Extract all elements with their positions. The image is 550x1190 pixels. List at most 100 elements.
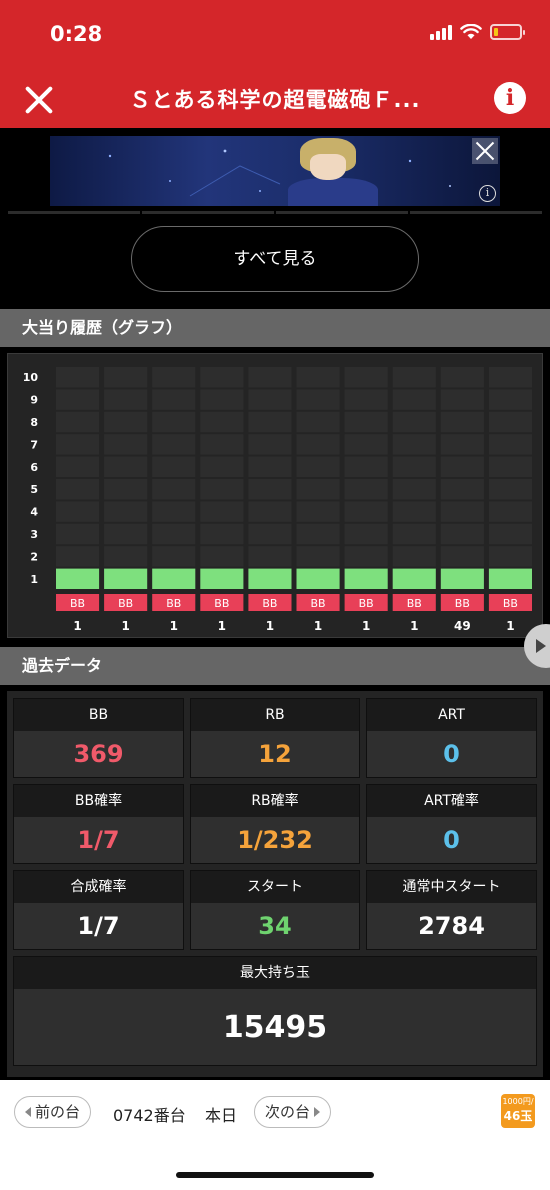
y-tick-label: 9: [30, 394, 38, 407]
stat-label: 合成確率: [14, 871, 183, 903]
grid-cell: [200, 367, 244, 388]
x-tick-label: 1: [410, 619, 418, 633]
stat-art-rate: ART確率 0: [366, 784, 537, 864]
bar-tag-label: BB: [455, 597, 470, 610]
bar-tag-label: BB: [166, 597, 181, 610]
machine-day: 本日: [205, 1106, 238, 1125]
grid-cell: [56, 523, 100, 545]
x-tick-label: 1: [506, 619, 514, 633]
grid-cell: [296, 523, 340, 545]
grid-cell: [200, 479, 244, 500]
grid-cell: [392, 367, 436, 388]
grid-cell: [248, 501, 292, 522]
bar-tag-label: BB: [118, 597, 133, 610]
info-icon[interactable]: i: [494, 82, 526, 114]
y-tick-label: 3: [30, 528, 38, 541]
bar-tag-label: BB: [503, 597, 518, 610]
stat-art: ART 0: [366, 698, 537, 778]
grid-cell: [440, 546, 484, 567]
divider: [8, 211, 542, 214]
grid-cell: [152, 523, 196, 545]
grid-cell: [344, 456, 388, 477]
ad-info-icon[interactable]: i: [479, 185, 496, 202]
x-tick-label: 1: [266, 619, 274, 633]
close-icon[interactable]: [22, 82, 56, 116]
bar: [152, 568, 196, 589]
status-time: 0:28: [50, 22, 103, 46]
grid-cell: [344, 546, 388, 567]
grid-cell: [440, 411, 484, 433]
grid-cell: [248, 411, 292, 433]
ad-banner[interactable]: i: [50, 136, 500, 206]
grid-cell: [152, 389, 196, 410]
next-machine-button[interactable]: 次の台: [254, 1096, 332, 1128]
y-tick-label: 5: [30, 483, 38, 496]
stat-normal-start: 通常中スタート 2784: [366, 870, 537, 950]
grid-cell: [248, 434, 292, 455]
hit-history-chart: 10 9 8 7 6 5 4 3 2 1 BB 1 BB 1 BB 1 BB 1 BB 1 BB 1 BB 1 BB 1 BB 49 B…: [7, 353, 543, 638]
grid-cell: [296, 501, 340, 522]
stat-label: RB確率: [191, 785, 359, 817]
grid-cell: [440, 389, 484, 410]
grid-cell: [200, 523, 244, 545]
grid-cell: [440, 501, 484, 522]
grid-cell: [440, 367, 484, 388]
stat-label: BB確率: [14, 785, 183, 817]
grid-cell: [152, 501, 196, 522]
stat-bb-rate: BB確率 1/7: [13, 784, 184, 864]
grid-cell: [296, 367, 340, 388]
bar: [344, 568, 388, 589]
stat-value: 15495: [14, 989, 536, 1065]
grid-cell: [104, 479, 148, 500]
bar: [296, 568, 340, 589]
grid-cell: [392, 456, 436, 477]
grid-cell: [392, 546, 436, 567]
grid-cell: [344, 523, 388, 545]
x-tick-label: 1: [362, 619, 370, 633]
bar-tag-label: BB: [311, 597, 326, 610]
graph-section-header: 大当り履歴（グラフ）: [0, 309, 550, 347]
stat-bb: BB 369: [13, 698, 184, 778]
stat-value: 34: [191, 903, 359, 949]
grid-cell: [344, 434, 388, 455]
grid-cell: [248, 523, 292, 545]
past-data-grid: BB 369 RB 12 ART 0 BB確率 1/7 RB確率 1/232 A…: [7, 691, 543, 1077]
grid-cell: [152, 479, 196, 500]
status-bar: 0:28: [0, 0, 550, 74]
grid-cell: [440, 523, 484, 545]
bar: [200, 568, 244, 589]
grid-cell: [200, 389, 244, 410]
see-all-button[interactable]: すべて見る: [131, 226, 419, 292]
stat-rb: RB 12: [190, 698, 360, 778]
bar-tag-label: BB: [70, 597, 85, 610]
grid-cell: [440, 456, 484, 477]
stat-max-balls: 最大持ち玉 15495: [13, 956, 537, 1066]
stat-label: 最大持ち玉: [14, 957, 536, 989]
grid-cell: [200, 434, 244, 455]
bar-tag-label: BB: [262, 597, 277, 610]
y-tick-label: 7: [30, 438, 38, 451]
ad-background: [108, 149, 451, 197]
stat-label: 通常中スタート: [367, 871, 536, 903]
grid-cell: [344, 479, 388, 500]
x-tick-label: 1: [73, 619, 81, 633]
page-title: Ｓとある科学の超電磁砲Ｆ...: [129, 88, 421, 112]
grid-cell: [488, 434, 532, 455]
stat-label: RB: [191, 699, 359, 731]
stat-value: 1/7: [14, 817, 183, 863]
chevron-left-icon: [25, 1107, 31, 1117]
grid-cell: [104, 523, 148, 545]
grid-cell: [152, 411, 196, 433]
ad-close-icon[interactable]: [472, 138, 498, 164]
grid-cell: [488, 456, 532, 477]
stat-value: 369: [14, 731, 183, 777]
grid-cell: [104, 546, 148, 567]
grid-cell: [296, 389, 340, 410]
grid-cell: [200, 546, 244, 567]
stat-value: 12: [191, 731, 359, 777]
grid-cell: [488, 367, 532, 388]
chart-svg: 10 9 8 7 6 5 4 3 2 1 BB 1 BB 1 BB 1 BB 1 BB 1 BB 1 BB 1 BB 1 BB 49 B…: [23, 367, 532, 633]
grid-cell: [104, 367, 148, 388]
prev-machine-button[interactable]: 前の台: [14, 1096, 92, 1128]
grid-cell: [296, 546, 340, 567]
